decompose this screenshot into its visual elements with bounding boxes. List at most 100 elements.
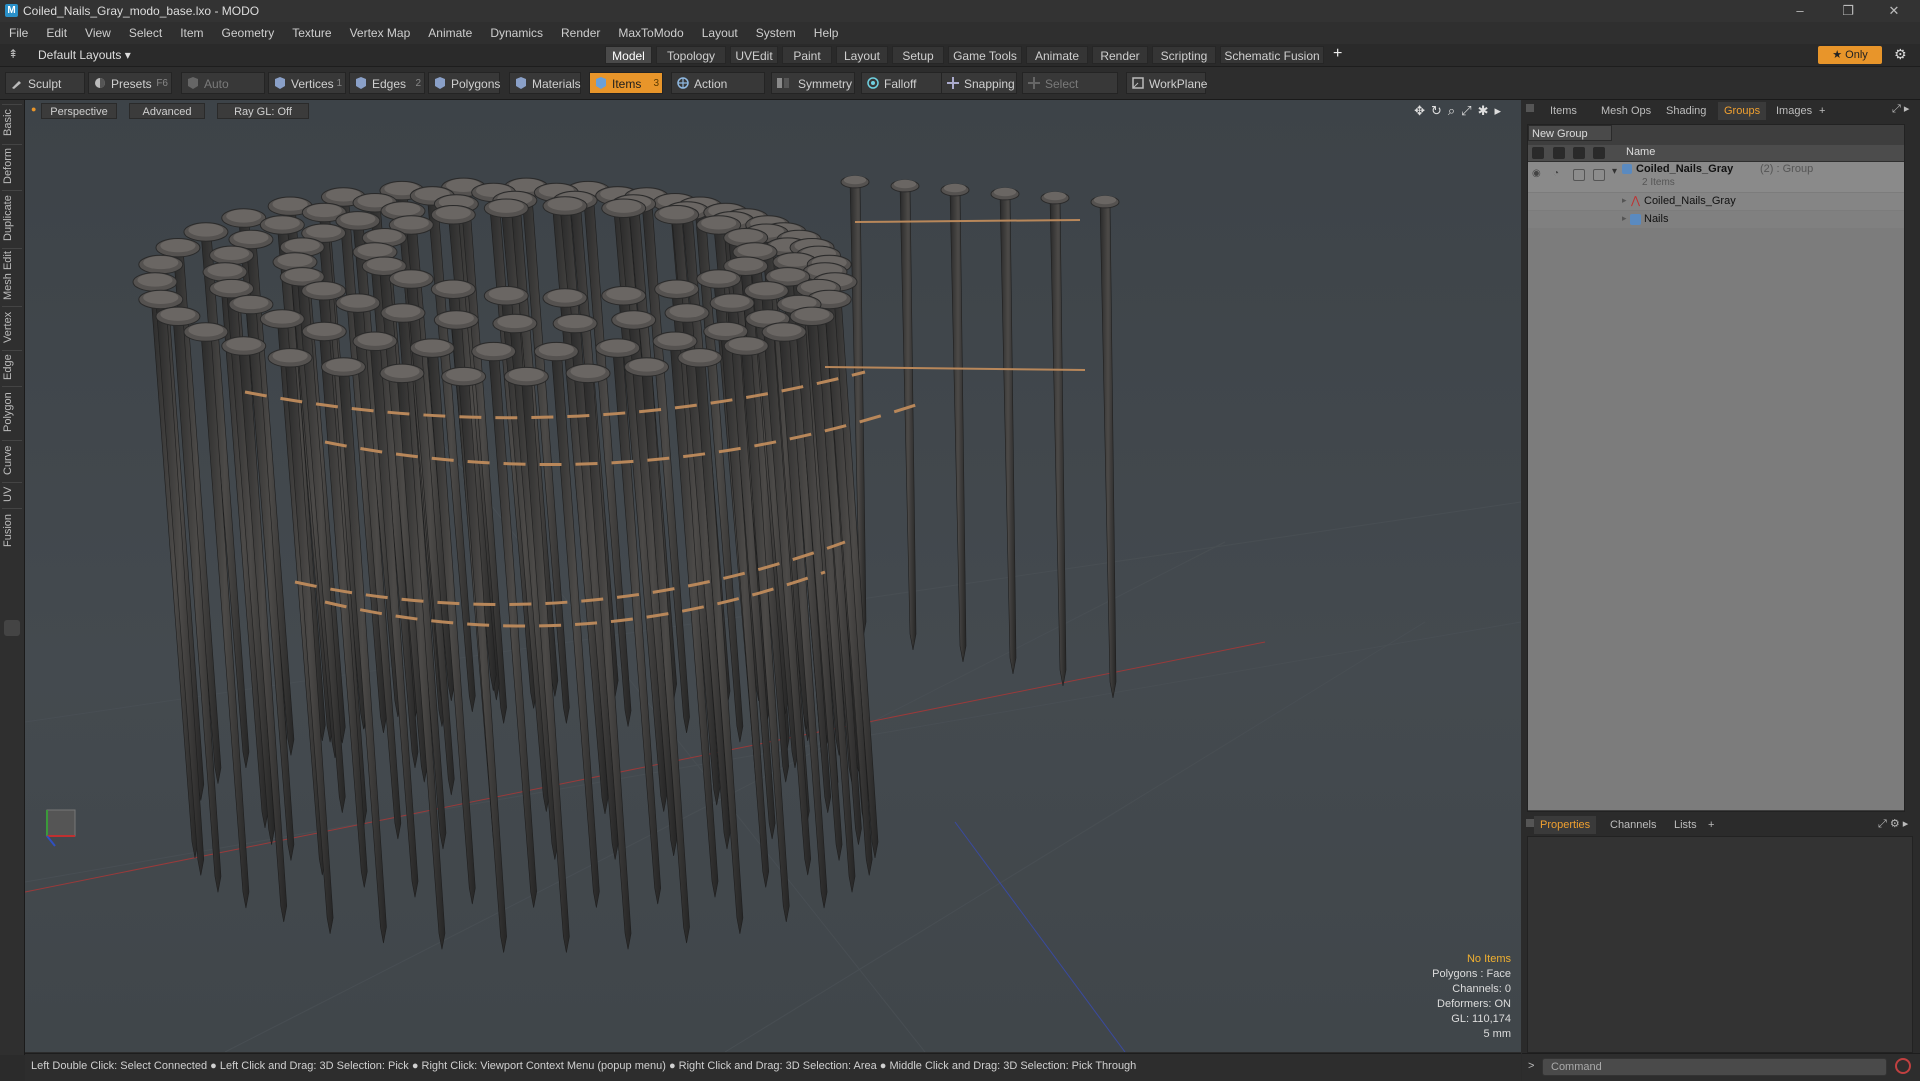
panel-corner-icon[interactable] bbox=[1526, 819, 1534, 827]
render-column-icon[interactable] bbox=[1573, 147, 1585, 159]
items-button[interactable]: Items 3 bbox=[589, 72, 663, 94]
tab-lists[interactable]: Lists bbox=[1668, 816, 1703, 834]
tab-shading[interactable]: Shading bbox=[1660, 102, 1712, 120]
tab-render[interactable]: Render bbox=[1092, 46, 1148, 64]
tab-model[interactable]: Model bbox=[605, 46, 652, 64]
zoom-icon[interactable]: ⌕ bbox=[1448, 103, 1461, 118]
lock-icon[interactable]: ◔ bbox=[1553, 168, 1559, 179]
materials-button[interactable]: Materials bbox=[509, 72, 581, 94]
vtab-polygon[interactable]: Polygon bbox=[2, 386, 22, 437]
tab-topology[interactable]: Topology bbox=[656, 46, 726, 64]
workplane-button[interactable]: WorkPlane bbox=[1126, 72, 1207, 94]
eye-icon[interactable]: ◉ bbox=[1532, 168, 1541, 179]
viewport-settings-icon[interactable]: ✱ bbox=[1478, 103, 1495, 118]
expand-icon[interactable]: ⤢ ▸ bbox=[1892, 102, 1909, 116]
add-panel-tab-button[interactable]: + bbox=[1702, 816, 1720, 834]
panel-toggle-button[interactable] bbox=[4, 620, 20, 636]
menu-animate[interactable]: Animate bbox=[419, 22, 481, 44]
sculpt-button[interactable]: Sculpt bbox=[5, 72, 85, 94]
menu-dynamics[interactable]: Dynamics bbox=[481, 22, 552, 44]
select-column-icon[interactable] bbox=[1593, 147, 1605, 159]
only-toggle[interactable]: ★ Only bbox=[1818, 46, 1882, 64]
menu-select[interactable]: Select bbox=[120, 22, 171, 44]
vtab-mesh-edit[interactable]: Mesh Edit bbox=[2, 248, 22, 303]
menu-system[interactable]: System bbox=[747, 22, 805, 44]
record-icon[interactable] bbox=[1895, 1058, 1911, 1074]
vtab-uv[interactable]: UV bbox=[2, 482, 22, 505]
new-group-button[interactable]: New Group bbox=[1528, 125, 1612, 141]
tab-groups[interactable]: Groups bbox=[1718, 102, 1767, 120]
add-tab-button[interactable]: + bbox=[1333, 45, 1342, 63]
minimize-button[interactable]: – bbox=[1782, 1, 1818, 21]
viewport-menu-icon[interactable]: ● bbox=[31, 104, 36, 114]
tab-schematic-fusion[interactable]: Schematic Fusion bbox=[1220, 46, 1324, 64]
select-checkbox[interactable] bbox=[1593, 169, 1605, 181]
menu-file[interactable]: File bbox=[0, 22, 37, 44]
vtab-curve[interactable]: Curve bbox=[2, 440, 22, 479]
menu-geometry[interactable]: Geometry bbox=[213, 22, 284, 44]
menu-render[interactable]: Render bbox=[552, 22, 609, 44]
tab-channels[interactable]: Channels bbox=[1604, 816, 1662, 834]
vtab-basic[interactable]: Basic bbox=[2, 104, 22, 141]
visibility-column-icon[interactable] bbox=[1532, 147, 1544, 159]
snapping-button[interactable]: Snapping bbox=[941, 72, 1017, 94]
view-mode-button[interactable]: Perspective bbox=[41, 103, 117, 119]
vtab-edge[interactable]: Edge bbox=[2, 350, 22, 383]
shading-mode-button[interactable]: Advanced bbox=[129, 103, 205, 119]
panel-corner-icon[interactable] bbox=[1526, 104, 1534, 112]
vtab-fusion[interactable]: Fusion bbox=[2, 508, 22, 551]
menu-layout[interactable]: Layout bbox=[693, 22, 747, 44]
render-checkbox[interactable] bbox=[1573, 169, 1585, 181]
presets-button[interactable]: Presets F6 bbox=[88, 72, 172, 94]
panel-options-icon[interactable]: ⤢ ⚙ ▸ bbox=[1878, 817, 1908, 831]
lock-column-icon[interactable] bbox=[1553, 147, 1565, 159]
tab-properties[interactable]: Properties bbox=[1534, 816, 1597, 834]
expand-arrow-icon[interactable]: ▸ bbox=[1622, 195, 1627, 206]
tab-animate[interactable]: Animate bbox=[1026, 46, 1088, 64]
polygons-button[interactable]: Polygons bbox=[428, 72, 500, 94]
tab-paint[interactable]: Paint bbox=[782, 46, 832, 64]
tree-row-nails[interactable]: ▸ Nails bbox=[1528, 211, 1904, 228]
auto-select-button[interactable]: Auto Select bbox=[181, 72, 265, 113]
layout-selector[interactable]: Default Layouts ▾ bbox=[38, 48, 131, 62]
tree-row-group[interactable]: ◉ ◔ ▾ Coiled_Nails_Gray (2) : Group 2 It… bbox=[1528, 162, 1904, 192]
tab-items[interactable]: Items bbox=[1544, 102, 1583, 120]
falloff-button[interactable]: Falloff bbox=[861, 72, 943, 94]
vtab-deform[interactable]: Deform bbox=[2, 144, 22, 187]
restore-button[interactable]: ❐ bbox=[1830, 1, 1866, 21]
add-panel-tab-button[interactable]: + bbox=[1813, 102, 1831, 120]
3d-viewport[interactable]: ● Perspective Advanced Ray GL: Off ✥↻⌕⤢✱… bbox=[25, 100, 1521, 1052]
edges-button[interactable]: Edges 2 bbox=[349, 72, 425, 94]
vertices-button[interactable]: Vertices 1 bbox=[268, 72, 346, 94]
tab-images[interactable]: Images bbox=[1770, 102, 1818, 120]
fit-icon[interactable]: ⤢ bbox=[1461, 103, 1477, 118]
menu-item[interactable]: Item bbox=[171, 22, 212, 44]
tab-layout[interactable]: Layout bbox=[836, 46, 888, 64]
menu-vertex-map[interactable]: Vertex Map bbox=[341, 22, 420, 44]
tab-uvedit[interactable]: UVEdit bbox=[730, 46, 778, 64]
menu-view[interactable]: View bbox=[76, 22, 120, 44]
collapse-arrow-icon[interactable]: ⇞ bbox=[8, 47, 18, 61]
command-input[interactable]: Command bbox=[1542, 1058, 1887, 1076]
menu-help[interactable]: Help bbox=[805, 22, 848, 44]
vtab-duplicate[interactable]: Duplicate bbox=[2, 190, 22, 245]
gear-icon[interactable]: ⚙ bbox=[1894, 46, 1907, 63]
menu-maxtomodo[interactable]: MaxToModo bbox=[609, 22, 692, 44]
expand-arrow-icon[interactable]: ▸ bbox=[1622, 213, 1627, 224]
vtab-vertex[interactable]: Vertex bbox=[2, 306, 22, 347]
tab-mesh-ops[interactable]: Mesh Ops bbox=[1595, 102, 1657, 120]
raygl-toggle[interactable]: Ray GL: Off bbox=[217, 103, 309, 119]
rotate-icon[interactable]: ↻ bbox=[1431, 103, 1448, 118]
menu-texture[interactable]: Texture bbox=[283, 22, 340, 44]
select-through-button[interactable]: Select Through bbox=[1022, 72, 1118, 113]
action-center-button[interactable]: Action Center bbox=[671, 72, 765, 113]
tab-scripting[interactable]: Scripting bbox=[1152, 46, 1216, 64]
symmetry-button[interactable]: Symmetry bbox=[771, 72, 855, 94]
menu-edit[interactable]: Edit bbox=[37, 22, 76, 44]
viewport-arrow-icon[interactable]: ▸ bbox=[1494, 103, 1507, 118]
tab-game-tools[interactable]: Game Tools bbox=[948, 46, 1022, 64]
pan-icon[interactable]: ✥ bbox=[1414, 103, 1431, 118]
close-button[interactable]: ✕ bbox=[1876, 1, 1912, 21]
tree-row-mesh[interactable]: ▸ ⋀ Coiled_Nails_Gray bbox=[1528, 193, 1904, 210]
collapse-icon[interactable]: ▾ bbox=[1612, 166, 1617, 177]
